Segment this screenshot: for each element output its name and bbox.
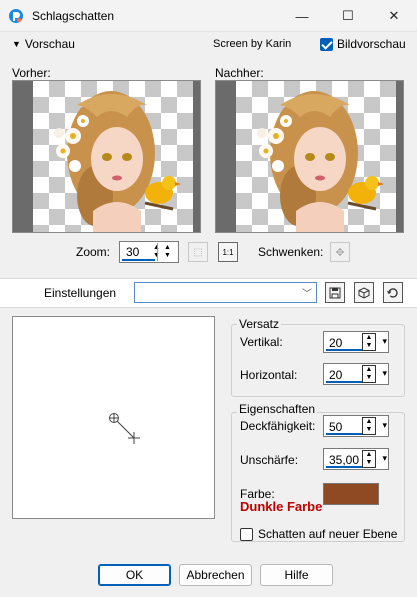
horizontal-underline <box>326 381 366 383</box>
properties-group-label: Eigenschaften <box>237 402 318 416</box>
credit-text: Screen by Karin <box>213 38 292 50</box>
blur-underline <box>326 466 366 468</box>
close-button[interactable]: ✕ <box>371 0 417 32</box>
pan-label: Schwenken: <box>258 245 324 259</box>
after-label: Nachher: <box>215 66 264 80</box>
live-preview-label: Bildvorschau <box>337 37 406 51</box>
minimize-button[interactable]: — <box>279 0 325 32</box>
settings-dropdown[interactable]: ﹀ <box>134 282 317 303</box>
zoom-to-fit-icon: ⬚ <box>193 246 203 258</box>
preview-toggle-label: Vorschau <box>24 37 75 51</box>
blur-label: Unschärfe: <box>240 453 299 467</box>
minimize-icon: — <box>295 8 309 24</box>
load-preset-icon <box>358 286 370 299</box>
window-title: Schlagschatten <box>32 9 115 23</box>
ok-button[interactable]: OK <box>98 564 171 586</box>
preview-toggle[interactable]: ▼ Vorschau <box>12 37 75 51</box>
pan-icon: ✥ <box>335 246 345 259</box>
zoom-label: Zoom: <box>76 245 111 259</box>
live-preview-checkbox[interactable]: Bildvorschau <box>320 37 406 51</box>
horizontal-value: 20 <box>329 368 343 382</box>
spin-arrows-icon[interactable]: ▲ ▼ <box>362 450 376 468</box>
blur-stepper[interactable]: 35,00 ▲ ▼ ▾ <box>323 448 389 470</box>
maximize-icon: ☐ <box>342 8 354 23</box>
psp-app-icon <box>9 9 23 23</box>
spin-arrows-icon[interactable]: ▲ ▼ <box>362 365 376 383</box>
zoom-dropdown-icon[interactable]: ▲ ▼ <box>157 243 177 261</box>
preview-image-after <box>257 91 384 232</box>
save-preset-button[interactable] <box>325 282 345 303</box>
cancel-button[interactable]: Abbrechen <box>179 564 252 586</box>
load-preset-button[interactable] <box>354 282 374 303</box>
chevron-down-icon[interactable]: ▾ <box>382 420 387 431</box>
before-preview[interactable] <box>12 80 201 233</box>
horizontal-stepper[interactable]: 20 ▲ ▼ ▾ <box>323 363 389 385</box>
spin-arrows-icon[interactable]: ▲ ▼ <box>362 417 376 435</box>
reset-button[interactable] <box>383 282 403 303</box>
actual-size-icon: 1:1 <box>222 247 234 257</box>
vertical-underline <box>326 349 366 351</box>
offset-canvas[interactable] <box>12 316 215 519</box>
reset-icon <box>387 287 398 298</box>
color-note: Dunkle Farbe <box>240 499 323 514</box>
vertical-stepper[interactable]: 20 ▲ ▼ ▾ <box>323 331 389 353</box>
triangle-down-icon: ▼ <box>12 39 21 49</box>
offset-handle[interactable] <box>13 317 214 518</box>
pan-button[interactable]: ✥ <box>330 242 350 262</box>
close-icon: ✕ <box>388 8 400 23</box>
help-button[interactable]: Hilfe <box>260 564 333 586</box>
chevron-down-icon[interactable]: ▾ <box>382 336 387 347</box>
chevron-down-icon[interactable]: ▾ <box>382 453 387 464</box>
opacity-value: 50 <box>329 420 343 434</box>
opacity-stepper[interactable]: 50 ▲ ▼ ▾ <box>323 415 389 437</box>
zoom-stepper[interactable]: 30 ▲ ▼ ▲ ▼ <box>119 241 179 263</box>
shadow-new-layer-checkbox[interactable]: Schatten auf neuer Ebene <box>240 527 397 541</box>
horizontal-label: Horizontal: <box>240 368 298 382</box>
checkbox-checked-icon <box>320 37 333 51</box>
spin-arrows-icon[interactable]: ▲ ▼ <box>362 333 376 351</box>
opacity-label: Deckfähigkeit: <box>240 419 316 433</box>
opacity-underline <box>326 433 366 435</box>
zoom-to-fit-button[interactable]: ⬚ <box>188 242 208 262</box>
settings-label: Einstellungen <box>44 286 117 300</box>
checkbox-unchecked-icon <box>240 527 253 541</box>
offset-group-label: Versatz <box>237 317 282 331</box>
actual-size-button[interactable]: 1:1 <box>218 242 238 262</box>
maximize-button[interactable]: ☐ <box>325 0 371 32</box>
after-preview[interactable] <box>215 80 404 233</box>
shadow-new-layer-label: Schatten auf neuer Ebene <box>258 527 398 541</box>
zoom-value: 30 <box>126 245 140 259</box>
preview-image-before <box>54 91 181 232</box>
save-preset-icon <box>329 287 341 298</box>
shadow-color-swatch[interactable] <box>323 483 379 505</box>
chevron-down-icon: ﹀ <box>302 289 312 300</box>
before-label: Vorher: <box>12 66 51 80</box>
vertical-value: 20 <box>329 336 343 350</box>
vertical-label: Vertikal: <box>240 335 283 349</box>
chevron-down-icon[interactable]: ▾ <box>382 368 387 379</box>
blur-value: 35,00 <box>329 453 360 467</box>
